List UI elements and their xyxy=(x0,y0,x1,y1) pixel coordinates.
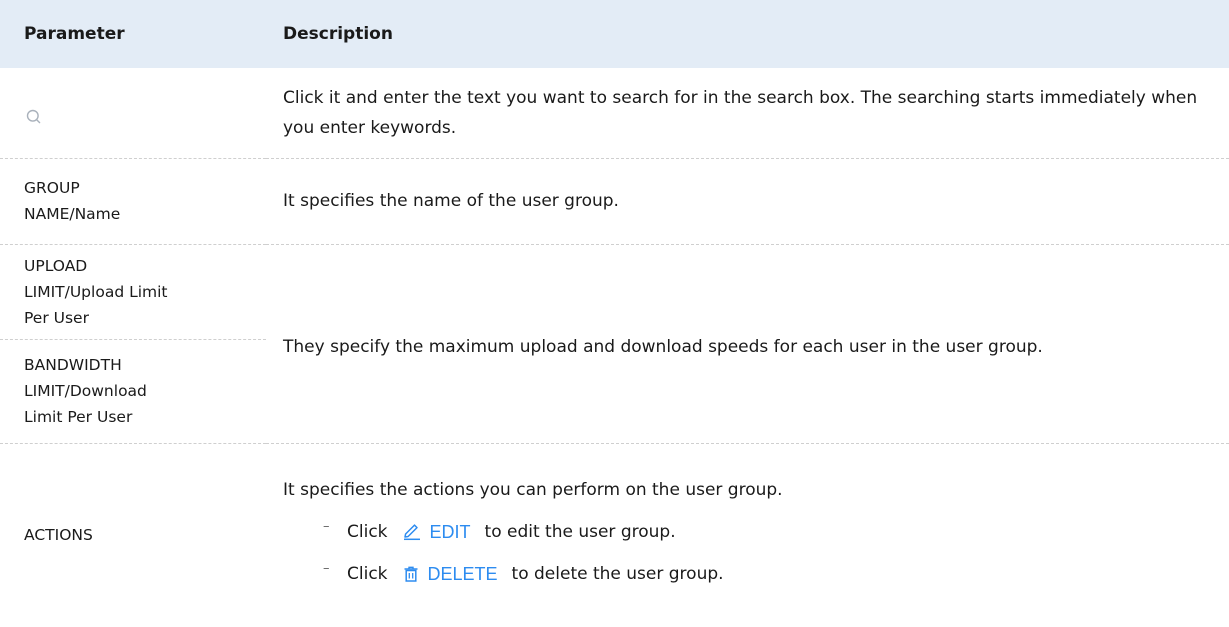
delete-button[interactable]: DELETE xyxy=(402,559,498,589)
action-item-delete: – Click DELETE to delete the user group. xyxy=(283,553,1215,595)
table-row-upload-limit: UPLOAD LIMIT/Upload Limit Per User They … xyxy=(0,244,1229,444)
search-icon xyxy=(26,106,41,124)
table-row-actions: ACTIONS It specifies the actions you can… xyxy=(0,443,1229,627)
parameter-cell-upload-limit: UPLOAD LIMIT/Upload Limit Per User xyxy=(0,244,266,340)
delete-button-label: DELETE xyxy=(427,564,498,585)
parameter-label-line: Limit Per User xyxy=(24,408,133,426)
action-suffix-text: to edit the user group. xyxy=(484,522,676,543)
edit-button-label: EDIT xyxy=(429,522,471,543)
actions-intro-text: It specifies the actions you can perform… xyxy=(283,480,783,501)
column-header-description: Description xyxy=(283,24,393,44)
parameter-table: Parameter Description Click it and enter… xyxy=(0,0,1229,627)
action-suffix-text: to delete the user group. xyxy=(511,564,724,585)
bullet-dash: – xyxy=(323,519,330,535)
description-cell-actions: It specifies the actions you can perform… xyxy=(266,443,1229,627)
table-row-group-name: GROUP NAME/Name It specifies the name of… xyxy=(0,158,1229,245)
parameter-cell-actions: ACTIONS xyxy=(24,526,93,545)
click-word: Click xyxy=(347,522,388,543)
description-cell-limits: They specify the maximum upload and down… xyxy=(266,244,1229,444)
pencil-icon xyxy=(403,524,420,541)
parameter-cell-group-name: GROUP NAME/Name xyxy=(0,158,266,245)
table-row-search: Click it and enter the text you want to … xyxy=(0,68,1229,159)
parameter-label-line: GROUP xyxy=(24,179,80,197)
parameter-label-line: NAME/Name xyxy=(24,205,121,223)
click-word: Click xyxy=(347,564,388,585)
action-item-edit: – Click EDIT to edit the user group. xyxy=(283,511,1215,553)
trash-icon xyxy=(404,566,418,582)
parameter-label-line: LIMIT/Download xyxy=(24,382,147,400)
parameter-label-line: BANDWIDTH xyxy=(24,356,122,374)
parameter-cell-bandwidth-limit: BANDWIDTH LIMIT/Download Limit Per User xyxy=(0,339,266,444)
parameter-label-line: LIMIT/Upload Limit xyxy=(24,282,168,301)
description-cell-search: Click it and enter the text you want to … xyxy=(266,68,1229,159)
parameter-label-line: UPLOAD xyxy=(24,256,88,275)
bullet-dash: – xyxy=(323,561,330,577)
parameter-cell-search xyxy=(0,68,266,159)
parameter-label-line: Per User xyxy=(24,308,89,327)
column-header-parameter: Parameter xyxy=(24,24,125,44)
table-header-row: Parameter Description xyxy=(0,0,1229,68)
description-cell-group-name: It specifies the name of the user group. xyxy=(266,158,1229,245)
edit-button[interactable]: EDIT xyxy=(402,517,471,547)
